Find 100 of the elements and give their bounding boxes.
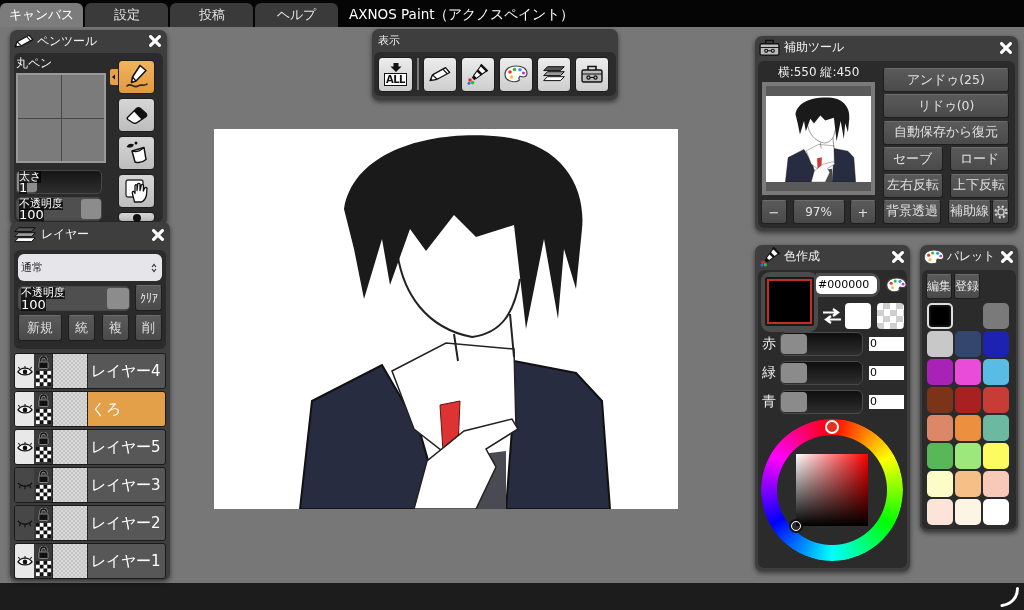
slider-thumb[interactable] xyxy=(781,392,807,412)
palette-swatch[interactable] xyxy=(983,499,1009,525)
palette-swatch[interactable] xyxy=(983,415,1009,441)
show-all-button[interactable]: ALL xyxy=(378,56,413,92)
toolbar-button[interactable] xyxy=(537,56,571,92)
channel-value-field[interactable]: 0 xyxy=(869,337,904,351)
palette-swatch[interactable] xyxy=(955,471,981,497)
zoom-out-button[interactable]: − xyxy=(761,200,787,224)
padlock-icon[interactable] xyxy=(37,470,49,483)
toolbar-button[interactable] xyxy=(423,56,457,92)
slider-thumb[interactable] xyxy=(107,287,129,309)
tool-button[interactable] xyxy=(118,136,155,170)
helper-button[interactable]: ロード xyxy=(949,147,1009,172)
palette-swatch[interactable] xyxy=(955,415,981,441)
palette-swatch[interactable] xyxy=(927,443,953,469)
close-icon[interactable] xyxy=(1000,41,1012,54)
helper-button[interactable]: セーブ xyxy=(883,147,943,172)
helper-button[interactable]: 背景透過 xyxy=(883,199,941,224)
shade-handle-icon[interactable] xyxy=(789,519,803,533)
channel-slider[interactable] xyxy=(780,390,863,414)
palette-swatch[interactable] xyxy=(983,359,1009,385)
layer-row[interactable]: レイヤー2 xyxy=(14,505,166,541)
palette-swatch[interactable] xyxy=(983,303,1009,329)
helper-button[interactable]: アンドゥ(25) xyxy=(883,68,1009,92)
menu-tab[interactable]: ヘルプ xyxy=(255,3,338,27)
checker-icon[interactable] xyxy=(35,561,51,576)
visibility-toggle[interactable] xyxy=(15,430,34,464)
checker-icon[interactable] xyxy=(35,371,51,386)
blend-mode-dropdown[interactable]: 通常 xyxy=(18,254,162,281)
checker-icon[interactable] xyxy=(35,409,51,424)
layer-row[interactable]: レイヤー4 xyxy=(14,353,166,389)
palette-swatch[interactable] xyxy=(927,303,953,329)
palette-swatch[interactable] xyxy=(927,415,953,441)
checker-icon[interactable] xyxy=(35,447,51,462)
close-icon[interactable] xyxy=(149,35,161,47)
palette-swatch[interactable] xyxy=(927,499,953,525)
menu-tab[interactable]: 設定 xyxy=(85,3,168,27)
palette-icon[interactable] xyxy=(886,277,907,293)
layer-action-button[interactable]: 新規 xyxy=(18,315,62,341)
palette-swatch[interactable] xyxy=(927,471,953,497)
checker-icon[interactable] xyxy=(35,485,51,500)
helper-button[interactable]: 自動保存から復元 xyxy=(883,120,1009,145)
channel-value-field[interactable]: 0 xyxy=(869,395,904,409)
drawing-canvas[interactable] xyxy=(214,129,678,509)
layer-action-button[interactable]: 統 xyxy=(68,315,96,341)
layer-row[interactable]: レイヤー3 xyxy=(14,467,166,503)
slider-track[interactable]: 太さ 1 xyxy=(16,170,102,194)
palette-swatch[interactable] xyxy=(927,331,953,357)
secondary-color-swatch-icon[interactable] xyxy=(845,302,871,329)
palette-swatch[interactable] xyxy=(983,443,1009,469)
close-icon[interactable] xyxy=(892,250,904,263)
padlock-icon[interactable] xyxy=(37,356,49,369)
settings-button[interactable] xyxy=(992,199,1009,224)
layer-row[interactable]: レイヤー1 xyxy=(14,543,166,579)
channel-slider[interactable] xyxy=(780,361,863,385)
padlock-icon[interactable] xyxy=(37,394,49,407)
tool-button[interactable] xyxy=(118,98,155,132)
transparent-swatch-icon[interactable] xyxy=(877,302,904,329)
toolbar-button[interactable] xyxy=(575,56,609,92)
swap-arrows-icon[interactable] xyxy=(822,307,842,324)
close-icon[interactable] xyxy=(1001,250,1013,263)
helper-button[interactable]: リドゥ(0) xyxy=(883,94,1009,119)
slider-thumb[interactable] xyxy=(781,334,807,354)
palette-swatch[interactable] xyxy=(955,499,981,525)
hue-handle-icon[interactable] xyxy=(825,420,839,434)
slider-track[interactable]: 不透明度 100 xyxy=(18,285,130,311)
palette-swatch[interactable] xyxy=(955,387,981,413)
clear-button[interactable]: ｸﾘｱ xyxy=(135,285,162,311)
padlock-icon[interactable] xyxy=(37,508,49,521)
visibility-toggle[interactable] xyxy=(15,468,34,502)
visibility-toggle[interactable] xyxy=(15,506,34,540)
menu-tab[interactable]: 投稿 xyxy=(170,3,253,27)
tool-button[interactable] xyxy=(118,174,155,208)
menu-tab[interactable]: キャンバス xyxy=(0,3,83,27)
layer-row[interactable]: レイヤー5 xyxy=(14,429,166,465)
helper-button[interactable]: 左右反転 xyxy=(883,173,943,198)
zoom-in-button[interactable]: + xyxy=(850,200,876,224)
toolbar-button[interactable] xyxy=(461,56,495,92)
shade-square[interactable] xyxy=(796,454,868,526)
hex-field[interactable]: #000000 xyxy=(816,276,877,294)
palette-swatch[interactable] xyxy=(983,387,1009,413)
helper-button[interactable]: 補助線 xyxy=(948,199,991,224)
palette-button[interactable]: 編集 xyxy=(926,274,952,299)
palette-swatch[interactable] xyxy=(983,471,1009,497)
close-icon[interactable] xyxy=(152,228,164,241)
palette-swatch[interactable] xyxy=(955,359,981,385)
helper-button[interactable]: 上下反転 xyxy=(949,173,1009,198)
canvas-preview[interactable] xyxy=(762,82,875,195)
channel-value-field[interactable]: 0 xyxy=(869,366,904,380)
palette-swatch[interactable] xyxy=(955,331,981,357)
slider-track[interactable]: 不透明度 100 xyxy=(16,197,102,221)
palette-button[interactable]: 登録 xyxy=(954,274,980,299)
channel-slider[interactable] xyxy=(780,332,863,356)
layer-action-button[interactable]: 削 xyxy=(135,315,162,341)
palette-swatch[interactable] xyxy=(927,359,953,385)
padlock-icon[interactable] xyxy=(37,546,49,559)
current-color-swatch[interactable] xyxy=(765,277,814,326)
slider-thumb[interactable] xyxy=(781,363,807,383)
tool-button[interactable] xyxy=(118,60,155,94)
visibility-toggle[interactable] xyxy=(15,544,34,578)
